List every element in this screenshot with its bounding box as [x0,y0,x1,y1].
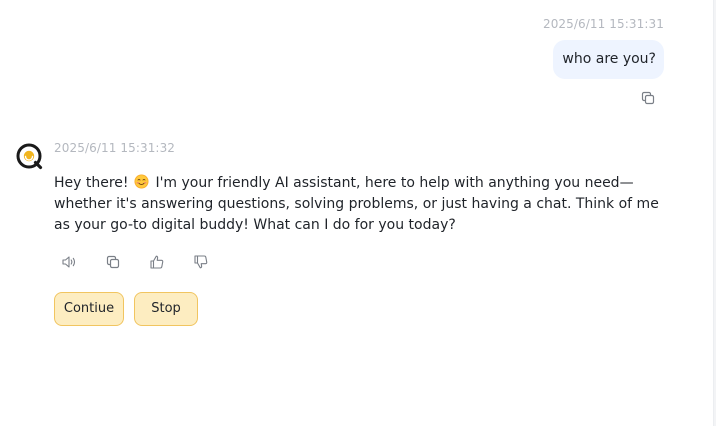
quick-reply-buttons: Contiue Stop [54,292,198,326]
speaker-icon[interactable] [61,254,77,270]
copy-icon[interactable] [105,254,121,270]
assistant-message-timestamp: 2025/6/11 15:31:32 [54,141,176,155]
user-message-bubble: who are you? [553,40,664,79]
smiling-face-emoji [134,174,149,189]
assistant-message-text: Hey there! I'm your friendly AI assistan… [54,173,674,236]
thumbs-down-icon[interactable] [193,254,209,270]
stop-button[interactable]: Stop [134,292,198,326]
copy-icon[interactable] [640,90,656,106]
user-message-timestamp: 2025/6/11 15:31:31 [542,17,664,31]
assistant-logo-icon [16,143,43,170]
continue-button[interactable]: Contiue [54,292,124,326]
assistant-message-actions [61,254,209,270]
thumbs-up-icon[interactable] [149,254,165,270]
assistant-text-start: Hey there! [54,175,129,191]
chat-page: 2025/6/11 15:31:31 who are you? 2025/6/1… [0,0,716,426]
